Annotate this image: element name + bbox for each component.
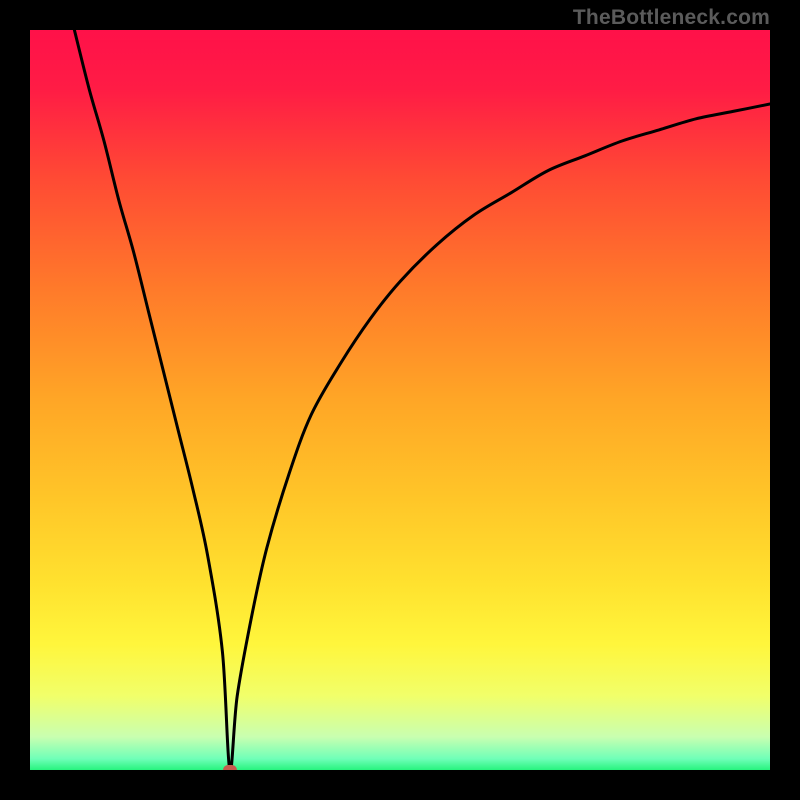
minimum-marker: [223, 765, 237, 770]
bottleneck-curve: [30, 30, 770, 770]
watermark-text: TheBottleneck.com: [573, 6, 770, 30]
chart-frame: TheBottleneck.com: [0, 0, 800, 800]
plot-area: [30, 30, 770, 770]
